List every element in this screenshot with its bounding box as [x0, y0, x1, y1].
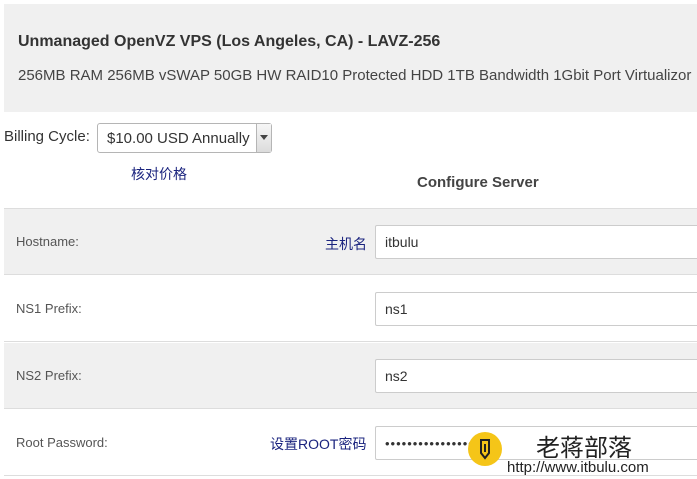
ns1-input[interactable]: ns1 — [375, 292, 697, 326]
root-password-label: Root Password: — [16, 435, 108, 450]
billing-cycle-value: $10.00 USD Annually — [107, 130, 250, 147]
hostname-value: itbulu — [385, 234, 419, 250]
billing-cycle-select[interactable]: $10.00 USD Annually — [97, 123, 272, 153]
ns1-label: NS1 Prefix: — [16, 301, 82, 316]
hostname-label: Hostname: — [16, 234, 79, 249]
root-password-note: 设置ROOT密码 — [270, 436, 367, 452]
billing-cycle-label: Billing Cycle: — [4, 128, 90, 145]
product-summary: Unmanaged OpenVZ VPS (Los Angeles, CA) -… — [4, 4, 697, 112]
ns2-label: NS2 Prefix: — [16, 368, 82, 383]
root-password-value: •••••••••••••••• — [385, 436, 474, 451]
chevron-down-icon[interactable] — [256, 124, 271, 152]
watermark-url: http://www.itbulu.com — [507, 459, 649, 476]
hostname-row: Hostname: 主机名 itbulu — [4, 209, 697, 275]
ns2-value: ns2 — [385, 368, 408, 384]
ns1-value: ns1 — [385, 301, 408, 317]
hostname-note: 主机名 — [325, 236, 367, 252]
ns1-row: NS1 Prefix: ns1 — [4, 276, 697, 342]
hostname-input[interactable]: itbulu — [375, 225, 697, 259]
billing-note: 核对价格 — [131, 166, 187, 182]
watermark-name: 老蒋部落 — [536, 435, 632, 462]
ns2-input[interactable]: ns2 — [375, 359, 697, 393]
pen-logo-icon — [468, 432, 502, 466]
configure-server-heading: Configure Server — [417, 174, 539, 191]
product-title: Unmanaged OpenVZ VPS (Los Angeles, CA) -… — [18, 33, 441, 50]
product-description: 256MB RAM 256MB vSWAP 50GB HW RAID10 Pro… — [18, 67, 692, 84]
ns2-row: NS2 Prefix: ns2 — [4, 343, 697, 409]
